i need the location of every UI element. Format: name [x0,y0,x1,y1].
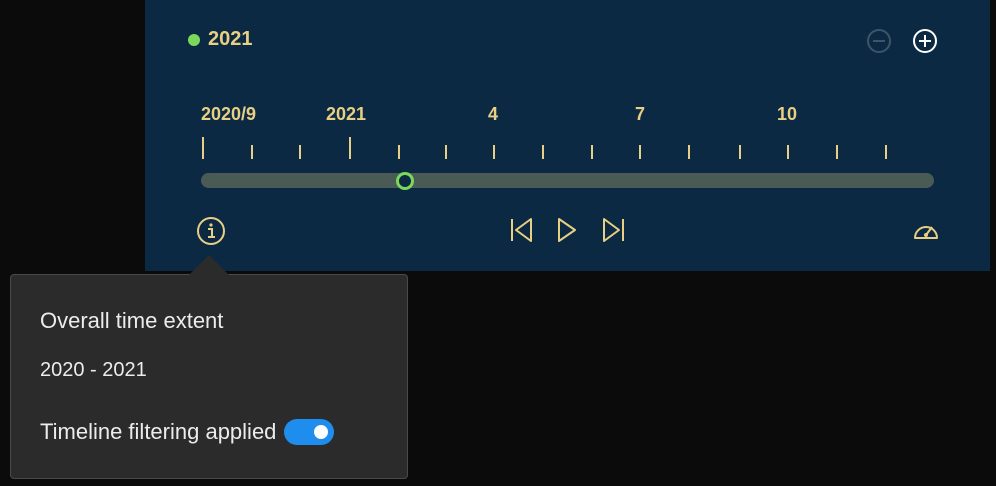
minus-circle-icon [867,29,891,53]
skip-back-icon [511,218,532,242]
tick-mark [202,137,204,159]
filter-label: Timeline filtering applied [40,419,277,444]
zoom-out-button[interactable] [865,27,893,55]
play-button[interactable] [554,215,580,245]
skip-forward-icon [603,218,624,242]
tick-mark [591,145,593,159]
timeline-slider-track[interactable] [201,173,934,188]
tick-mark [349,137,351,159]
tick-label-4: 4 [488,104,499,124]
tick-mark [251,145,253,159]
filter-row: Timeline filtering applied [40,419,335,445]
tick-mark [836,145,838,159]
timeline-panel: 2021 2020/9 2021 4 7 10 [145,0,990,271]
tick-label-7: 7 [635,104,646,124]
time-extent-range: 2020 - 2021 [40,359,147,381]
popover-title: Overall time extent [40,308,224,333]
tick-mark [542,145,544,159]
time-extent-popover: Overall time extent 2020 - 2021 Timeline… [10,274,408,479]
toggle-knob [314,425,329,439]
tick-mark [299,145,301,159]
previous-button[interactable] [508,215,536,245]
tick-mark [739,145,741,159]
tick-mark [398,145,400,159]
tick-mark [445,145,447,159]
current-date-display: 2021 [188,28,253,51]
tick-label-10: 10 [777,104,798,124]
tick-label-2020-9: 2020/9 [201,104,257,124]
current-date-label: 2021 [208,28,253,50]
timeline-slider-thumb[interactable] [396,172,414,190]
app-stage: 2021 2020/9 2021 4 7 10 Overall time ext… [0,0,996,486]
info-button[interactable] [195,215,227,247]
info-icon [197,217,225,245]
tick-mark [787,145,789,159]
tick-label-2021: 2021 [326,104,367,124]
tick-labels: 2020/9 2021 4 7 10 [145,104,990,128]
timeline-filter-toggle[interactable] [284,419,335,445]
popover-arrow [189,255,229,275]
tick-marks [145,135,990,161]
speedometer-icon [914,226,938,239]
plus-circle-icon [913,29,937,53]
next-button[interactable] [599,215,627,245]
tick-mark [639,145,641,159]
speed-button[interactable] [911,216,941,244]
status-dot [188,33,200,46]
tick-mark [885,145,887,159]
play-icon [558,218,576,242]
tick-mark [688,145,690,159]
zoom-in-button[interactable] [911,27,939,55]
tick-mark [493,145,495,159]
